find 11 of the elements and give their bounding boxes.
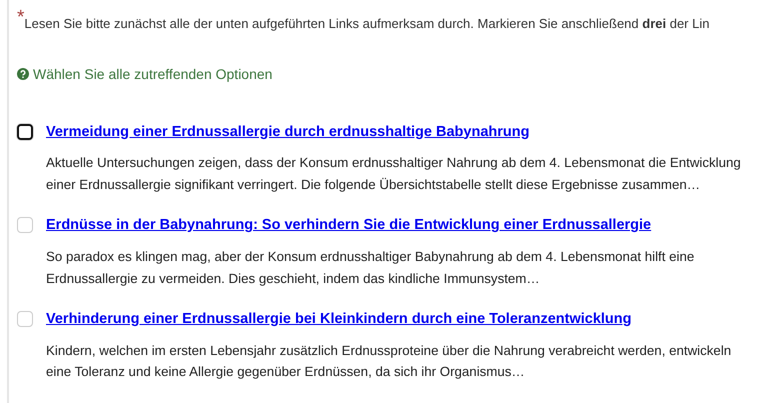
question-text: Lesen Sie bitte zunächst alle der unten aufgeführten Links aufmerksam durch. Markieren Sie anschließend drei der Lin: [24, 15, 710, 33]
option-description: Kindern, welchen im ersten Lebensjahr zusätzlich Erdnussproteine über die Nahrung verabreicht werden, entwickeln eine Toleranz und keine Allergie gegenüber Erdnüssen, da sich ihr Organismus…: [46, 342, 732, 382]
option-link[interactable]: Erdnüsse in der Babynahrung: So verhindern Sie die Entwicklung einer Erdnussallergie: [46, 215, 746, 237]
option-link[interactable]: Verhinderung einer Erdnussallergie bei Kleinkindern durch eine Toleranzentwicklung: [46, 309, 746, 331]
option-description: Aktuelle Untersuchungen zeigen, dass der Konsum erdnusshaltiger Nahrung ab dem 4. Lebensmonat die Entwicklung einer Erdnussallergie signifikant verringert. Die folgende Übersichtstabelle stellt diese Ergebnisse zusammen…: [46, 154, 742, 194]
option-description: So paradox es klingen mag, aber der Konsum erdnusshaltiger Babynahrung ab dem 4. Lebensmonat hilft eine Erdnussallergie zu vermeiden. Dies geschieht, indem das kindliche Immunsystem…: [46, 248, 696, 288]
help-icon: [17, 68, 29, 80]
option-link[interactable]: Vermeidung einer Erdnussallergie durch erdnusshaltige Babynahrung: [46, 122, 746, 144]
checkbox[interactable]: [17, 124, 33, 140]
required-asterisk: *: [17, 10, 24, 26]
help-text: Wählen Sie alle zutreffenden Optionen: [33, 64, 272, 84]
